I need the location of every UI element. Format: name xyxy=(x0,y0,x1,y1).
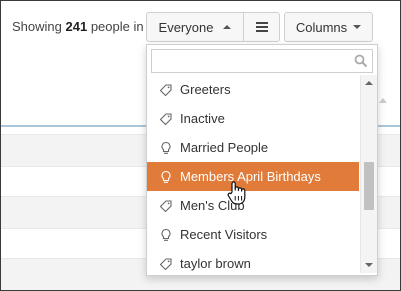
list-item-mens-club[interactable]: Men's Club xyxy=(147,191,359,220)
list-item-label: Members April Birthdays xyxy=(180,169,321,184)
lightbulb-icon xyxy=(161,141,171,154)
tag-icon xyxy=(159,199,172,212)
search-icon xyxy=(354,54,368,68)
list-item-label: taylor brown xyxy=(180,256,251,271)
caret-down-icon xyxy=(353,25,362,29)
showing-prefix: Showing xyxy=(12,19,62,34)
list-item-label: Married People xyxy=(180,140,269,155)
everyone-filter-label: Everyone xyxy=(158,19,214,35)
hamburger-icon xyxy=(255,22,268,32)
lightbulb-icon xyxy=(161,170,171,183)
tag-icon xyxy=(159,257,172,270)
sort-icon[interactable] xyxy=(379,98,387,103)
list-item-members-april-birthdays[interactable]: Members April Birthdays xyxy=(147,162,359,191)
tag-icon xyxy=(159,112,172,125)
list-item-recent-visitors[interactable]: Recent Visitors xyxy=(147,220,359,249)
dropdown-search-input[interactable] xyxy=(154,51,348,73)
dropdown-search-box xyxy=(151,49,373,73)
scroll-down-icon[interactable] xyxy=(365,263,373,267)
showing-suffix: people in xyxy=(90,19,144,34)
people-count-text: Showing 241 people in xyxy=(12,19,144,34)
lightbulb-icon xyxy=(161,228,171,241)
list-item-inactive[interactable]: Inactive xyxy=(147,104,359,133)
dropdown-scrollbar[interactable] xyxy=(360,75,377,273)
list-item-label: Inactive xyxy=(180,111,225,126)
tag-icon xyxy=(159,83,172,96)
caret-up-icon xyxy=(223,25,232,29)
list-item-label: Greeters xyxy=(180,82,231,97)
people-count: 241 xyxy=(65,19,88,34)
dropdown-list: Greeters Inactive Married People Members… xyxy=(147,75,359,275)
list-item-label: Recent Visitors xyxy=(180,227,268,242)
list-item-greeters[interactable]: Greeters xyxy=(147,75,359,104)
columns-label: Columns xyxy=(295,19,348,35)
list-item-taylor-brown[interactable]: taylor brown xyxy=(147,249,359,275)
columns-button[interactable]: Columns xyxy=(284,12,373,42)
list-item-married-people[interactable]: Married People xyxy=(147,133,359,162)
filter-dropdown: Greeters Inactive Married People Members… xyxy=(146,44,378,276)
scroll-up-icon[interactable] xyxy=(365,81,373,85)
everyone-filter-button[interactable]: Everyone xyxy=(146,12,243,42)
list-menu-button[interactable] xyxy=(243,12,280,42)
scrollbar-thumb[interactable] xyxy=(364,162,374,210)
hand-cursor-icon xyxy=(227,181,246,205)
